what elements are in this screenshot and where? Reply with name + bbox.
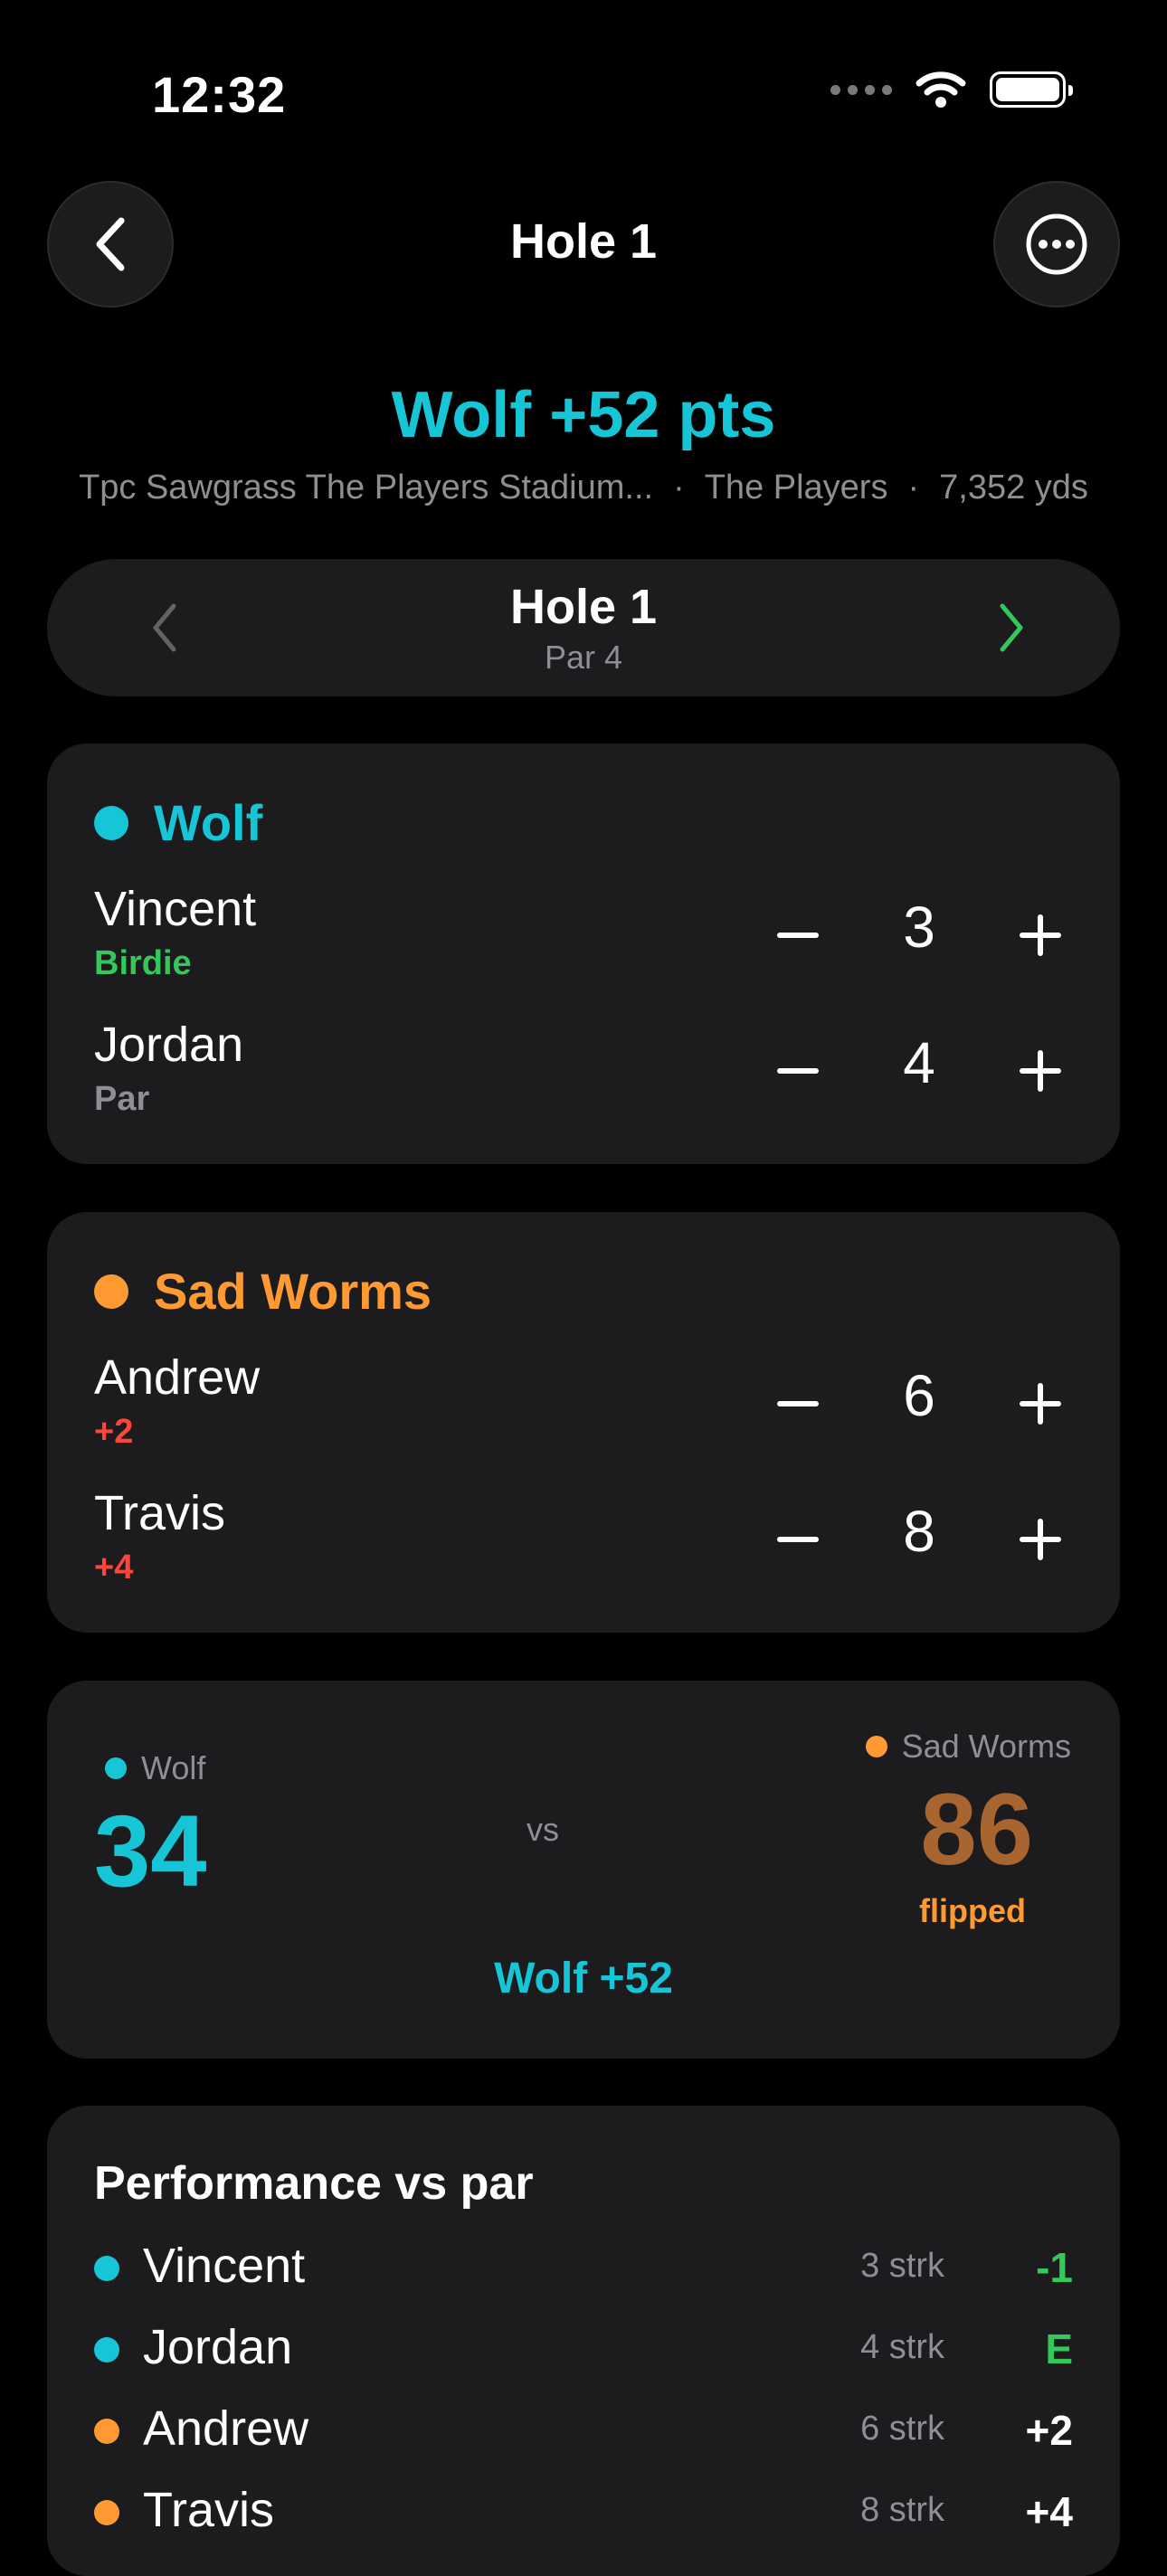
hole-title: Hole 1 — [509, 580, 658, 634]
vs-label: vs — [527, 1811, 559, 1848]
match-result: Wolf +52 — [494, 1955, 673, 2003]
minus-icon — [777, 1068, 819, 1074]
player-score-status: Par — [94, 1080, 150, 1118]
decrease-score-button[interactable] — [762, 1035, 834, 1107]
right-team-label: Sad Worms — [865, 1728, 1071, 1766]
team-card-wolf: Wolf Vincent Birdie 3 Jordan Par 4 — [47, 743, 1120, 1164]
team-header: Sad Worms — [94, 1262, 432, 1321]
performance-row: Vincent 3 strk -1 — [47, 2234, 1120, 2297]
left-team-score: 34 — [94, 1795, 207, 1908]
flipped-badge: flipped — [919, 1892, 1026, 1929]
performance-row: Andrew 6 strk +2 — [47, 2397, 1120, 2460]
team-card-sad-worms: Sad Worms Andrew +2 6 Travis +4 8 — [47, 1212, 1120, 1633]
increase-score-button[interactable] — [1004, 899, 1077, 971]
separator: · — [907, 469, 920, 507]
player-row: Andrew +2 6 — [47, 1350, 1120, 1467]
team-name: Wolf — [154, 794, 263, 851]
plus-icon — [1020, 1383, 1061, 1425]
player-name: Vincent — [143, 2239, 306, 2293]
page-title: Hole 1 — [509, 214, 658, 269]
par-differential: E — [1045, 2325, 1073, 2372]
team-color-dot — [865, 1736, 887, 1757]
player-score-status: Birdie — [94, 944, 192, 982]
status-icons — [830, 71, 1073, 109]
player-row: Vincent Birdie 3 — [47, 881, 1120, 999]
player-name: Travis — [143, 2483, 274, 2537]
par-differential: +2 — [1025, 2407, 1073, 2454]
increase-score-button[interactable] — [1004, 1368, 1077, 1440]
battery-icon — [990, 71, 1073, 108]
tournament-name: The Players — [704, 469, 888, 507]
hole-selector: Hole 1 Par 4 — [47, 559, 1120, 696]
player-name: Jordan — [94, 1018, 244, 1072]
wifi-icon — [916, 71, 966, 108]
player-row: Jordan Par 4 — [47, 1017, 1120, 1134]
performance-card: Performance vs par Vincent 3 strk -1 Jor… — [47, 2106, 1120, 2576]
more-options-button[interactable] — [993, 181, 1120, 308]
stroke-count: 6 strk — [860, 2410, 944, 2448]
player-name: Andrew — [143, 2401, 309, 2456]
matchup-card: Wolf 34 vs Sad Worms 86 flipped Wolf +52 — [47, 1681, 1120, 2059]
increase-score-button[interactable] — [1004, 1035, 1077, 1107]
round-summary-title: Wolf +52 pts — [391, 379, 776, 451]
player-name: Vincent — [94, 882, 257, 936]
player-score-status: +2 — [94, 1413, 134, 1451]
score-value: 4 — [903, 1030, 935, 1095]
minus-icon — [777, 933, 819, 938]
score-value: 8 — [903, 1499, 935, 1564]
decrease-score-button[interactable] — [762, 1368, 834, 1440]
score-value: 3 — [903, 895, 935, 960]
par-differential: -1 — [1036, 2244, 1073, 2291]
performance-row: Jordan 4 strk E — [47, 2316, 1120, 2379]
player-name: Travis — [94, 1486, 225, 1540]
stroke-count: 8 strk — [860, 2491, 944, 2529]
player-name: Jordan — [143, 2320, 293, 2374]
team-name: Wolf — [141, 1749, 206, 1786]
decrease-score-button[interactable] — [762, 899, 834, 971]
team-name: Sad Worms — [154, 1263, 432, 1320]
increase-score-button[interactable] — [1004, 1503, 1077, 1576]
plus-icon — [1020, 914, 1061, 956]
section-title: Performance vs par — [94, 2157, 534, 2210]
score-value: 6 — [903, 1363, 935, 1428]
ellipsis-circle-icon — [1026, 213, 1087, 275]
player-name: Andrew — [94, 1350, 261, 1405]
cellular-signal-icon — [830, 84, 892, 95]
team-color-dot — [94, 2337, 119, 2363]
team-color-dot — [94, 1274, 128, 1309]
course-yardage: 7,352 yds — [939, 469, 1088, 507]
minus-icon — [777, 1401, 819, 1406]
team-name: Sad Worms — [901, 1728, 1071, 1765]
plus-icon — [1020, 1519, 1061, 1560]
status-time: 12:32 — [152, 66, 287, 123]
team-color-dot — [94, 2419, 119, 2444]
stroke-count: 3 strk — [860, 2247, 944, 2285]
stroke-count: 4 strk — [860, 2328, 944, 2366]
player-score-status: +4 — [94, 1548, 134, 1586]
player-row: Travis +4 8 — [47, 1485, 1120, 1603]
minus-icon — [777, 1537, 819, 1542]
status-bar: 12:32 — [0, 0, 1167, 181]
course-info: Tpc Sawgrass The Players Stadium... · The … — [0, 469, 1167, 507]
team-color-dot — [105, 1757, 127, 1779]
separator: · — [673, 469, 685, 507]
team-color-dot — [94, 2500, 119, 2525]
decrease-score-button[interactable] — [762, 1503, 834, 1576]
hole-par: Par 4 — [544, 639, 623, 676]
right-team-score: 86 — [920, 1773, 1033, 1886]
next-hole-button[interactable] — [991, 595, 1031, 665]
left-team-label: Wolf — [105, 1749, 205, 1787]
plus-icon — [1020, 1050, 1061, 1092]
team-color-dot — [94, 2256, 119, 2281]
chevron-right-icon — [1000, 603, 1023, 652]
team-header: Wolf — [94, 793, 262, 852]
team-color-dot — [94, 805, 128, 840]
performance-row: Travis 8 strk +4 — [47, 2478, 1120, 2542]
course-name: Tpc Sawgrass The Players Stadium... — [79, 469, 654, 507]
